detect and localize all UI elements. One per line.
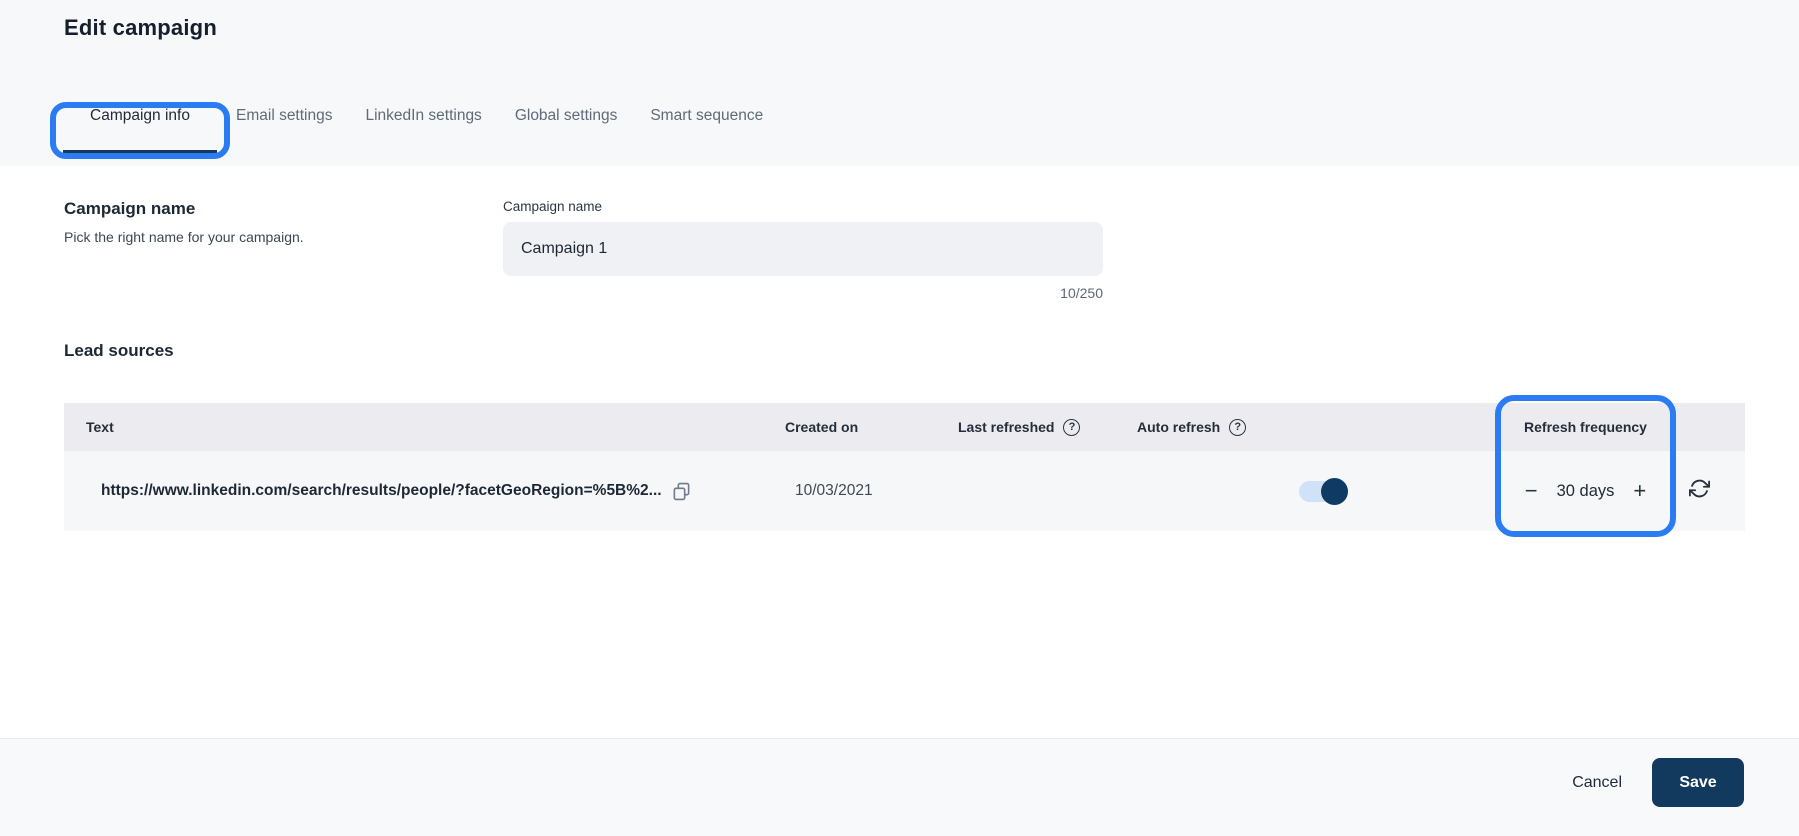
cancel-button[interactable]: Cancel [1572, 774, 1622, 792]
increase-frequency-button[interactable]: + [1631, 480, 1648, 502]
tab-campaign-info[interactable]: Campaign info [63, 107, 217, 153]
refresh-frequency-cell: − 30 days + [1495, 480, 1676, 502]
created-on-cell: 10/03/2021 [765, 482, 940, 500]
column-header-auto-refresh-label: Auto refresh [1137, 419, 1220, 435]
lead-source-url: https://www.linkedin.com/search/results/… [101, 482, 662, 500]
column-header-last-refreshed-label: Last refreshed [958, 419, 1054, 435]
column-header-auto-refresh: Auto refresh ? [1115, 419, 1345, 436]
tab-linkedin-settings[interactable]: LinkedIn settings [365, 107, 481, 153]
row-actions-cell [1676, 478, 1745, 504]
column-header-refresh-frequency: Refresh frequency [1495, 419, 1676, 435]
column-header-last-refreshed: Last refreshed ? [940, 419, 1115, 436]
help-icon[interactable]: ? [1229, 419, 1246, 436]
tab-global-settings[interactable]: Global settings [515, 107, 618, 153]
page-title: Edit campaign [64, 15, 217, 41]
campaign-name-input[interactable] [503, 222, 1103, 276]
copy-icon[interactable] [672, 481, 691, 502]
lead-sources-heading: Lead sources [64, 341, 1745, 361]
campaign-name-section-description: Pick the right name for your campaign. [64, 229, 503, 245]
toggle-knob [1321, 478, 1348, 505]
auto-refresh-toggle[interactable] [1299, 481, 1345, 502]
column-header-text: Text [64, 419, 765, 435]
campaign-name-info: Campaign name Pick the right name for yo… [64, 199, 503, 301]
campaign-name-field-label: Campaign name [503, 199, 1103, 214]
table-header-row: Text Created on Last refreshed ? Auto re… [64, 403, 1745, 451]
page-header: Edit campaign Campaign info Email settin… [0, 0, 1799, 166]
campaign-name-field-group: Campaign name 10/250 [503, 199, 1103, 301]
campaign-name-section-label: Campaign name [64, 199, 503, 219]
tab-bar: Campaign info Email settings LinkedIn se… [63, 107, 796, 153]
footer-bar: Cancel Save [0, 738, 1799, 836]
char-counter: 10/250 [503, 285, 1103, 301]
main-content: Campaign name Pick the right name for yo… [0, 166, 1799, 738]
table-row: https://www.linkedin.com/search/results/… [64, 451, 1745, 531]
tab-email-settings[interactable]: Email settings [236, 107, 332, 153]
edit-campaign-page: Edit campaign Campaign info Email settin… [0, 0, 1799, 836]
tab-smart-sequence[interactable]: Smart sequence [650, 107, 763, 153]
lead-source-url-cell: https://www.linkedin.com/search/results/… [64, 481, 765, 502]
campaign-name-section: Campaign name Pick the right name for yo… [64, 199, 1745, 301]
lead-sources-table: Text Created on Last refreshed ? Auto re… [64, 403, 1745, 531]
refresh-frequency-value: 30 days [1557, 482, 1615, 501]
column-header-created-on: Created on [765, 419, 940, 435]
sync-icon[interactable] [1689, 478, 1710, 499]
auto-refresh-cell [1115, 481, 1345, 502]
tab-campaign-info-wrap: Campaign info [63, 107, 217, 153]
help-icon[interactable]: ? [1063, 419, 1080, 436]
save-button[interactable]: Save [1652, 758, 1744, 807]
decrease-frequency-button[interactable]: − [1523, 480, 1540, 502]
